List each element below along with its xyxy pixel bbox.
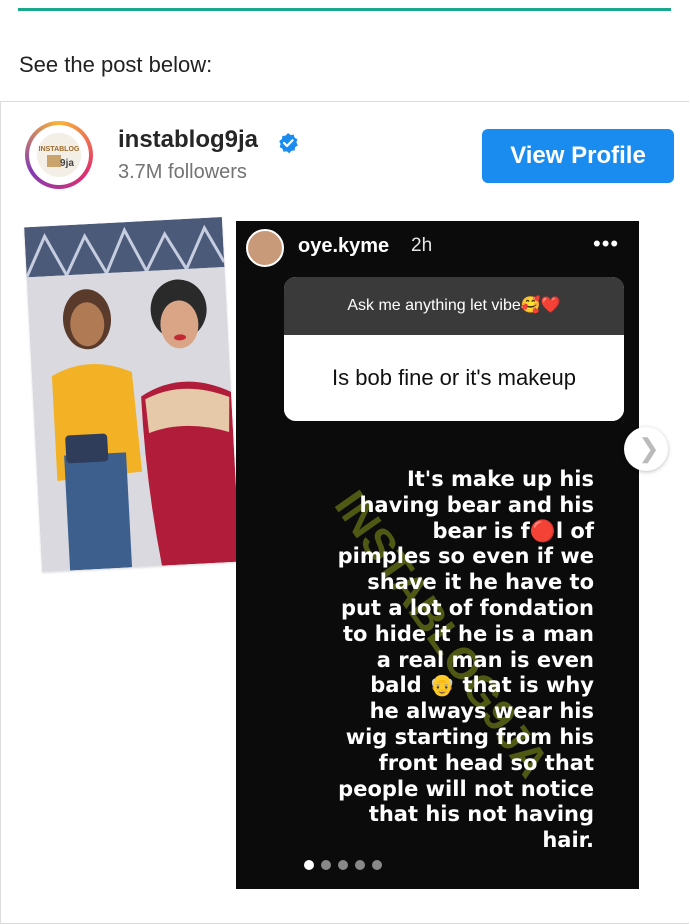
story-answer-text: It's make up his having bear and his bea… (337, 467, 594, 853)
story-screenshot: oye.kyme 2h ••• Ask me anything let vibe… (236, 221, 639, 889)
story-username: oye.kyme (298, 235, 390, 257)
question-prompt: Ask me anything let vibe🥰❤️ (284, 277, 624, 335)
verified-badge-icon (279, 133, 298, 154)
slide-dot[interactable] (338, 860, 348, 870)
story-time: 2h (411, 235, 433, 256)
slide-indicator (304, 857, 389, 871)
svg-text:9ja: 9ja (60, 158, 74, 169)
more-options-icon: ••• (593, 231, 620, 256)
instagram-embed-card: INSTABLOG 9ja instablog9ja 3.7M follower… (0, 101, 689, 924)
chevron-right-icon: ❯ (638, 433, 660, 463)
profile-username[interactable]: instablog9ja (118, 126, 258, 154)
brand-logo: INSTABLOG 9ja (37, 133, 81, 177)
slide-dot[interactable] (372, 860, 382, 870)
question-sticker: Ask me anything let vibe🥰❤️ Is bob fine … (284, 277, 624, 421)
profile-avatar[interactable]: INSTABLOG 9ja (25, 121, 93, 189)
question-text: Is bob fine or it's makeup (284, 335, 624, 421)
intro-text: See the post below: (19, 52, 213, 77)
embed-header: INSTABLOG 9ja instablog9ja 3.7M follower… (1, 102, 689, 202)
view-profile-button[interactable]: View Profile (482, 129, 674, 183)
story-avatar (246, 229, 284, 267)
top-divider (18, 8, 671, 11)
next-slide-button[interactable]: ❯ (624, 427, 668, 471)
svg-text:INSTABLOG: INSTABLOG (39, 146, 80, 153)
slide-dot[interactable] (304, 860, 314, 870)
post-photo (24, 217, 240, 572)
slide-dot[interactable] (321, 860, 331, 870)
slide-dot[interactable] (355, 860, 365, 870)
follower-count: 3.7M followers (118, 161, 247, 183)
